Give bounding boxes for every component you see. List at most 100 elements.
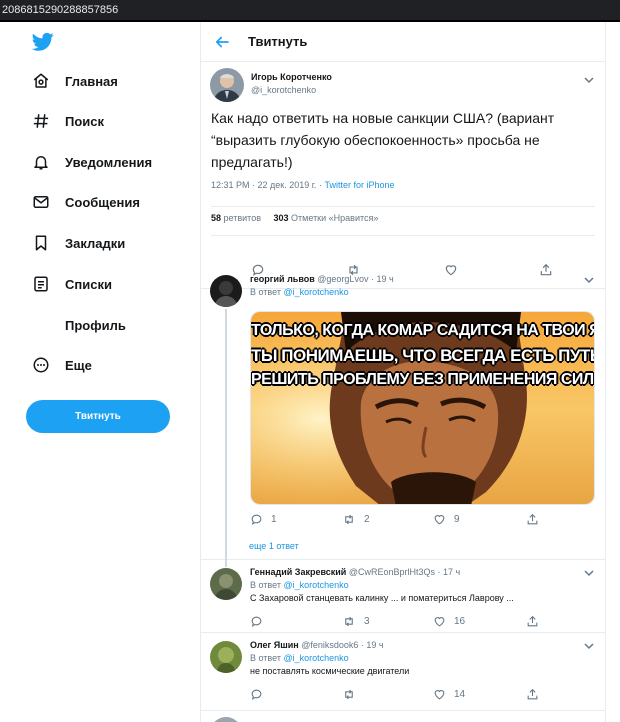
reply-tweet[interactable]: Олег Яшин @feniksdook6 · 19 ч В ответ @i…	[201, 633, 605, 711]
reply-button[interactable]	[250, 615, 271, 628]
reply-time[interactable]: · 19 ч	[361, 640, 384, 650]
sidebar-item-bookmarks[interactable]: Закладки	[28, 226, 188, 260]
chevron-down-icon[interactable]	[584, 642, 594, 650]
in-reply-mention[interactable]: @i_korotchenko	[283, 580, 348, 590]
tweet-stats: 58 ретвитов 303 Отметки «Нравится»	[211, 206, 595, 236]
tweet-text: Как надо ответить на новые санкции США? …	[211, 110, 555, 170]
chevron-down-icon[interactable]	[584, 569, 594, 577]
sidebar-item-more[interactable]: Еще	[28, 348, 188, 382]
in-reply-to: В ответ @i_korotchenko	[250, 653, 349, 663]
reply-tweet[interactable]: Геннадий Закревский @CwREonBprlHt3Qs · 1…	[201, 560, 605, 633]
next-reply-partial	[201, 711, 605, 722]
tweet-source[interactable]: Twitter for iPhone	[324, 180, 394, 190]
reply-icon	[251, 616, 262, 628]
sidebar-item-label: Главная	[65, 73, 118, 89]
likes-label: Отметки «Нравится»	[291, 213, 379, 223]
home-icon	[28, 68, 54, 94]
retweet-icon	[345, 514, 353, 525]
sidebar-item-notifications[interactable]: Уведомления	[28, 145, 188, 179]
heart-icon	[434, 515, 445, 525]
twitter-bird-icon[interactable]	[32, 32, 54, 52]
retweets-stat[interactable]: 58 ретвитов	[211, 213, 261, 223]
retweet-count: 2	[364, 514, 370, 525]
in-reply-prefix: В ответ	[250, 653, 281, 663]
avatar[interactable]	[210, 568, 242, 600]
chevron-down-icon[interactable]	[584, 276, 594, 284]
reply-author-name[interactable]: Геннадий Закревский	[250, 567, 346, 577]
in-reply-to: В ответ @i_korotchenko	[250, 580, 349, 590]
chevron-down-icon[interactable]	[584, 76, 594, 84]
url-text: 2086815290288857856	[2, 4, 119, 16]
in-reply-mention[interactable]: @i_korotchenko	[283, 287, 348, 297]
list-icon	[28, 271, 54, 297]
sidebar-item-home[interactable]: Главная	[28, 64, 188, 98]
avatar[interactable]	[210, 275, 242, 307]
reply-time[interactable]: · 19 ч	[371, 274, 394, 284]
author-name[interactable]: Игорь Коротченко	[251, 72, 332, 82]
retweets-label: ретвитов	[223, 213, 261, 223]
meme-image[interactable]: ТОЛЬКО, КОГДА КОМАР САДИТСЯ НА ТВОИ ЯЙЦА…	[250, 311, 595, 505]
back-arrow-icon[interactable]	[213, 33, 231, 51]
like-button[interactable]: 14	[433, 688, 465, 701]
retweet-count: 3	[364, 616, 370, 627]
retweet-button[interactable]: 2	[342, 513, 370, 526]
heart-icon	[434, 617, 445, 627]
reply-tweet[interactable]: георгий львов @georgLvov · 19 ч В ответ …	[201, 267, 605, 567]
reply-text: С Захаровой станцевать калинку ... и пом…	[250, 593, 514, 603]
reply-time[interactable]: · 17 ч	[438, 567, 461, 577]
avatar	[210, 717, 242, 722]
share-button[interactable]	[526, 615, 547, 628]
compose-tweet-button[interactable]: Твитнуть	[26, 400, 170, 433]
sidebar-item-label: Уведомления	[65, 154, 153, 170]
meme-caption-line: ТЫ ПОНИМАЕШЬ, ЧТО ВСЕГДА ЕСТЬ ПУТЬ	[251, 346, 595, 365]
reply-header: Геннадий Закревский @CwREonBprlHt3Qs · 1…	[250, 567, 460, 577]
more-circle-icon	[28, 352, 54, 378]
retweets-count: 58	[211, 213, 222, 223]
page-scrollbar[interactable]	[606, 22, 620, 722]
share-icon	[527, 513, 538, 525]
sidebar-item-messages[interactable]: Сообщения	[28, 185, 188, 219]
meme-caption-line: РЕШИТЬ ПРОБЛЕМУ БЕЗ ПРИМЕНЕНИЯ СИЛЫ	[251, 371, 595, 388]
like-button[interactable]: 16	[433, 615, 465, 628]
avatar[interactable]	[210, 68, 244, 102]
heart-icon	[434, 690, 445, 700]
likes-stat[interactable]: 303 Отметки «Нравится»	[274, 213, 379, 223]
sidebar-item-lists[interactable]: Списки	[28, 267, 188, 301]
author-handle[interactable]: @i_korotchenko	[251, 85, 316, 95]
likes-count: 303	[273, 213, 289, 223]
sidebar-item-label: Еще	[65, 357, 92, 373]
browser-url-bar[interactable]: 2086815290288857856	[0, 0, 620, 22]
show-more-replies-link[interactable]: еще 1 ответ	[249, 541, 299, 551]
reply-text: не поставлять космические двигатели	[250, 666, 410, 676]
like-count: 16	[454, 616, 466, 627]
reply-author-name[interactable]: Олег Яшин	[250, 640, 299, 650]
share-button[interactable]	[526, 513, 547, 526]
reply-author-handle[interactable]: @CwREonBprlHt3Qs	[349, 567, 435, 577]
in-reply-mention[interactable]: @i_korotchenko	[283, 653, 348, 663]
bell-icon	[28, 149, 54, 175]
reply-author-name[interactable]: георгий львов	[250, 274, 315, 284]
reply-author-handle[interactable]: @feniksdook6	[301, 640, 358, 650]
main-tweet: Игорь Коротченко @i_korotchenko Как надо…	[201, 62, 605, 289]
reply-author-handle[interactable]: @georgLvov	[317, 274, 368, 284]
retweet-button[interactable]: 3	[342, 615, 370, 628]
reply-header: георгий львов @georgLvov · 19 ч	[250, 274, 394, 284]
tweet-timestamp[interactable]: 12:31 PM · 22 дек. 2019 г. ·	[211, 180, 324, 190]
in-reply-prefix: В ответ	[250, 580, 281, 590]
sidebar-item-search[interactable]: Поиск	[28, 104, 188, 138]
share-icon	[527, 615, 538, 627]
retweet-button[interactable]	[342, 688, 364, 701]
reply-button[interactable]	[250, 688, 271, 701]
like-count: 9	[454, 514, 460, 525]
like-button[interactable]: 9	[433, 513, 460, 526]
meme-photo	[251, 312, 594, 504]
reply-button[interactable]: 1	[250, 513, 277, 526]
sidebar-item-profile[interactable]: Профиль	[28, 308, 188, 342]
share-button[interactable]	[526, 688, 547, 701]
retweet-icon	[345, 689, 353, 700]
thread-connector	[225, 309, 227, 567]
screen: 2086815290288857856 Главная Поиск Уведом…	[0, 0, 620, 722]
reply-icon	[251, 689, 262, 701]
avatar[interactable]	[210, 641, 242, 673]
reply-count: 1	[271, 514, 277, 525]
